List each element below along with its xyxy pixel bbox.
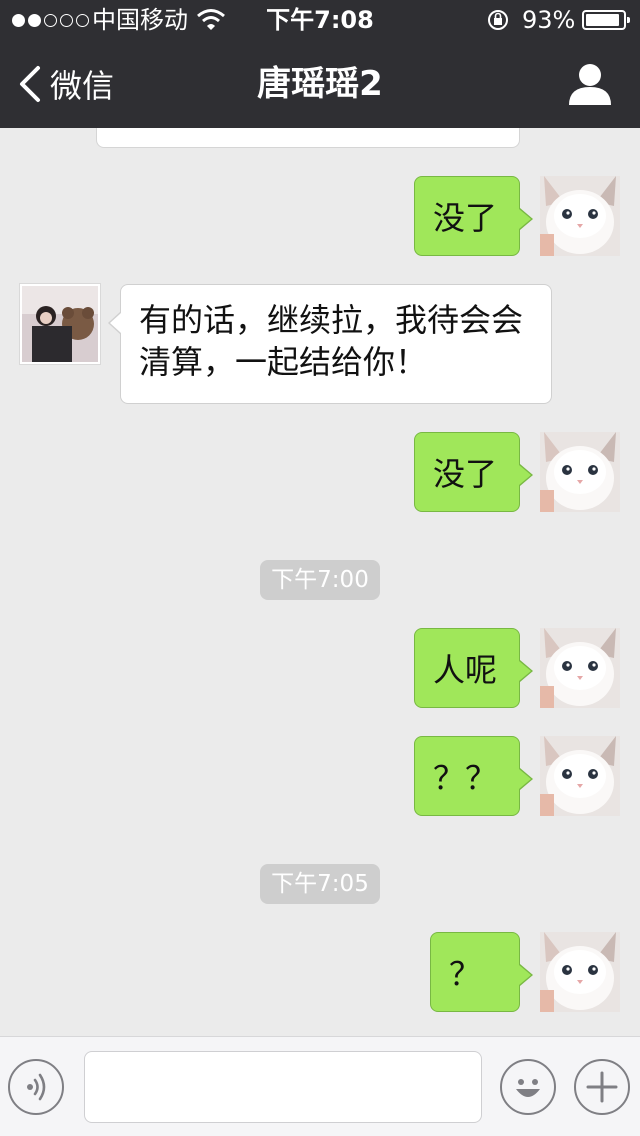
battery-icon [582, 10, 630, 30]
person-icon[interactable] [566, 62, 614, 106]
status-bar: 中国移动 下午7:08 93% [0, 0, 640, 40]
my-avatar[interactable] [540, 736, 620, 816]
voice-icon [27, 1073, 46, 1101]
my-message-bubble[interactable]: ？ [430, 932, 533, 1012]
rotation-lock-icon [488, 10, 508, 30]
chat-title: 唐瑶瑶2 [257, 64, 383, 104]
cat-avatar-icon [540, 736, 620, 816]
plus-icon [586, 1071, 618, 1103]
message-input[interactable] [84, 1051, 482, 1123]
emoji-icon [516, 1079, 540, 1097]
contact-photo-icon [22, 286, 98, 362]
battery-percentage: 93% [522, 6, 576, 34]
cat-avatar-icon [540, 932, 620, 1012]
my-message-bubble[interactable]: ？？ [414, 736, 533, 816]
my-avatar[interactable] [540, 432, 620, 512]
voice-button[interactable] [8, 1059, 64, 1115]
cat-avatar-icon [540, 176, 620, 256]
my-avatar[interactable] [540, 628, 620, 708]
timestamp-label: 下午7:00 [260, 560, 380, 600]
contact-avatar[interactable] [20, 284, 100, 364]
cat-avatar-icon [540, 432, 620, 512]
plus-button[interactable] [574, 1059, 630, 1115]
chat-area[interactable]: 没了 有的话，继续拉，我待会会清算，一起结给你！ 没了 下午7:00 人呢 ？？… [0, 128, 640, 1036]
timestamp-label: 下午7:05 [260, 864, 380, 904]
emoji-button[interactable] [500, 1059, 556, 1115]
nav-bar: 微信 唐瑶瑶2 [0, 40, 640, 128]
my-avatar[interactable] [540, 932, 620, 1012]
my-message-bubble[interactable]: 没了 [414, 432, 533, 512]
partial-message-bubble [96, 128, 520, 148]
contact-message-bubble[interactable]: 有的话，继续拉，我待会会清算，一起结给你！ [108, 284, 552, 404]
my-avatar[interactable] [540, 176, 620, 256]
cat-avatar-icon [540, 628, 620, 708]
top-bar: 中国移动 下午7:08 93% 微信 唐瑶瑶2 [0, 0, 640, 128]
input-bar [0, 1036, 640, 1136]
my-message-bubble[interactable]: 人呢 [414, 628, 533, 708]
my-message-bubble[interactable]: 没了 [414, 176, 533, 256]
